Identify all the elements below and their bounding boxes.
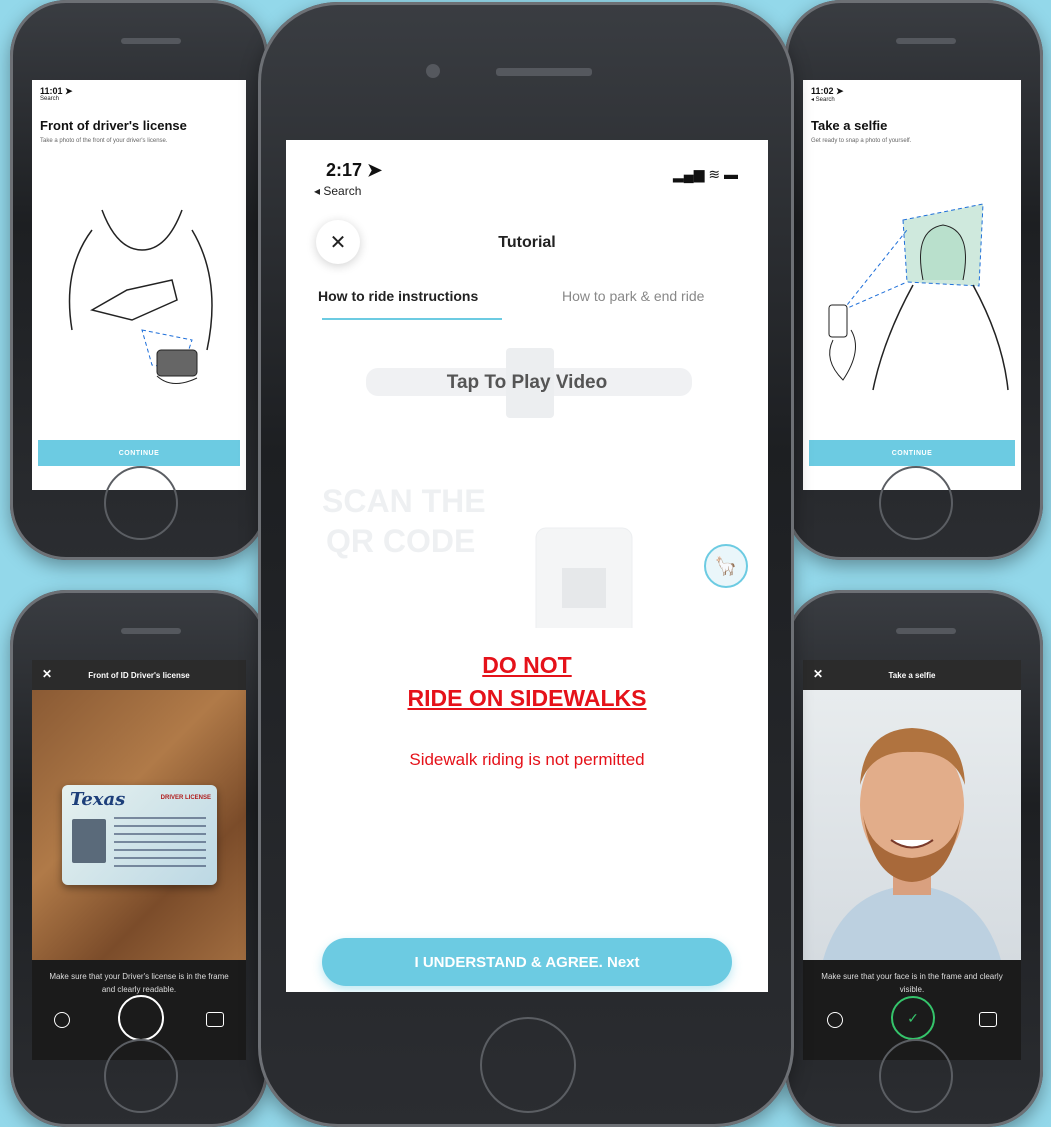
info-icon[interactable] bbox=[827, 1012, 843, 1028]
card-state: Texas bbox=[70, 789, 126, 810]
camera-header: ✕ Take a selfie bbox=[803, 660, 1021, 690]
home-button[interactable] bbox=[104, 1039, 178, 1113]
camera-instructions: Make sure that your face is in the frame… bbox=[821, 972, 1003, 994]
speaker bbox=[496, 68, 592, 76]
continue-button[interactable]: CONTINUE bbox=[38, 440, 240, 466]
screen: ✕ Front of ID Driver's license Texas DRI… bbox=[32, 660, 246, 1060]
card-photo bbox=[72, 819, 106, 863]
watermark-scan: SCAN THE bbox=[322, 483, 486, 519]
status-time: 2:17 ➤ bbox=[326, 160, 383, 180]
continue-button[interactable]: CONTINUE bbox=[809, 440, 1015, 466]
llama-avatar-icon: 🦙 bbox=[704, 544, 748, 588]
front-camera bbox=[426, 64, 440, 78]
page-subtitle: Get ready to snap a photo of yourself. bbox=[811, 138, 912, 144]
camera-title: Take a selfie bbox=[888, 670, 936, 680]
page-title: Tutorial bbox=[498, 234, 556, 251]
camera-header: ✕ Front of ID Driver's license bbox=[32, 660, 246, 690]
license-card: Texas DRIVER LICENSE bbox=[62, 785, 217, 885]
phone-top-right: 11:02 ➤ ◂ Search Take a selfie Get ready… bbox=[785, 0, 1043, 560]
camera-view bbox=[803, 690, 1021, 960]
phone-main: 2:17 ➤ ◂ Search ▂▄▆ ≋ ▬ ✕ Tutorial How t… bbox=[258, 2, 794, 1127]
speaker bbox=[896, 38, 956, 44]
speaker bbox=[896, 628, 956, 634]
phone-top-left: 11:01 ➤ Search Front of driver's license… bbox=[10, 0, 268, 560]
switch-camera-icon[interactable] bbox=[206, 1012, 224, 1027]
phone-bottom-left: ✕ Front of ID Driver's license Texas DRI… bbox=[10, 590, 268, 1127]
camera-instructions: Make sure that your Driver's license is … bbox=[49, 972, 229, 994]
speaker bbox=[121, 38, 181, 44]
status-icons: ▂▄▆ ≋ ▬ bbox=[673, 166, 738, 182]
page-subtitle: Take a photo of the front of your driver… bbox=[40, 138, 168, 144]
home-button[interactable] bbox=[879, 1039, 953, 1113]
screen: ✕ Take a selfie Make sure that your face… bbox=[803, 660, 1021, 1060]
camera-view: Texas DRIVER LICENSE bbox=[32, 690, 246, 960]
phone-bottom-right: ✕ Take a selfie Make sure that your face… bbox=[785, 590, 1043, 1127]
warning-subtext: Sidewalk riding is not permitted bbox=[409, 750, 645, 769]
home-button[interactable] bbox=[104, 466, 178, 540]
home-button[interactable] bbox=[480, 1017, 576, 1113]
close-icon[interactable]: ✕ bbox=[813, 667, 823, 681]
tab-how-to-ride[interactable]: How to ride instructions bbox=[318, 288, 478, 304]
back-link[interactable]: ◂ Search bbox=[314, 184, 361, 198]
active-tab-indicator bbox=[322, 318, 502, 320]
card-fields bbox=[114, 817, 206, 867]
back-link[interactable]: ◂ Search bbox=[811, 96, 835, 103]
info-icon[interactable] bbox=[54, 1012, 70, 1028]
confirm-capture-button[interactable]: ✓ bbox=[891, 996, 935, 1040]
main-screen: 2:17 ➤ ◂ Search ▂▄▆ ≋ ▬ ✕ Tutorial How t… bbox=[286, 140, 768, 992]
page-title: Take a selfie bbox=[811, 118, 888, 133]
warning-heading-line2: RIDE ON SIDEWALKS bbox=[407, 685, 647, 711]
page-title: Front of driver's license bbox=[40, 118, 187, 133]
tab-how-to-park[interactable]: How to park & end ride bbox=[562, 288, 704, 304]
back-link[interactable]: Search bbox=[40, 96, 59, 102]
shutter-button[interactable] bbox=[118, 995, 164, 1041]
screen: 11:02 ➤ ◂ Search Take a selfie Get ready… bbox=[803, 80, 1021, 490]
camera-title: Front of ID Driver's license bbox=[88, 670, 190, 680]
card-type: DRIVER LICENSE bbox=[160, 795, 211, 801]
agree-next-button[interactable]: I UNDERSTAND & AGREE. Next bbox=[322, 938, 732, 986]
switch-camera-icon[interactable] bbox=[979, 1012, 997, 1027]
license-illustration bbox=[68, 209, 213, 384]
warning-heading: DO NOT bbox=[482, 652, 572, 678]
selfie-face bbox=[823, 728, 1001, 960]
screen: 11:01 ➤ Search Front of driver's license… bbox=[32, 80, 246, 490]
selfie-illustration bbox=[828, 203, 1009, 391]
speaker bbox=[121, 628, 181, 634]
home-button[interactable] bbox=[879, 466, 953, 540]
tap-to-play-button[interactable]: Tap To Play Video bbox=[286, 372, 768, 394]
watermark-qr: QR CODE bbox=[326, 523, 476, 559]
close-icon[interactable]: ✕ bbox=[42, 667, 52, 681]
